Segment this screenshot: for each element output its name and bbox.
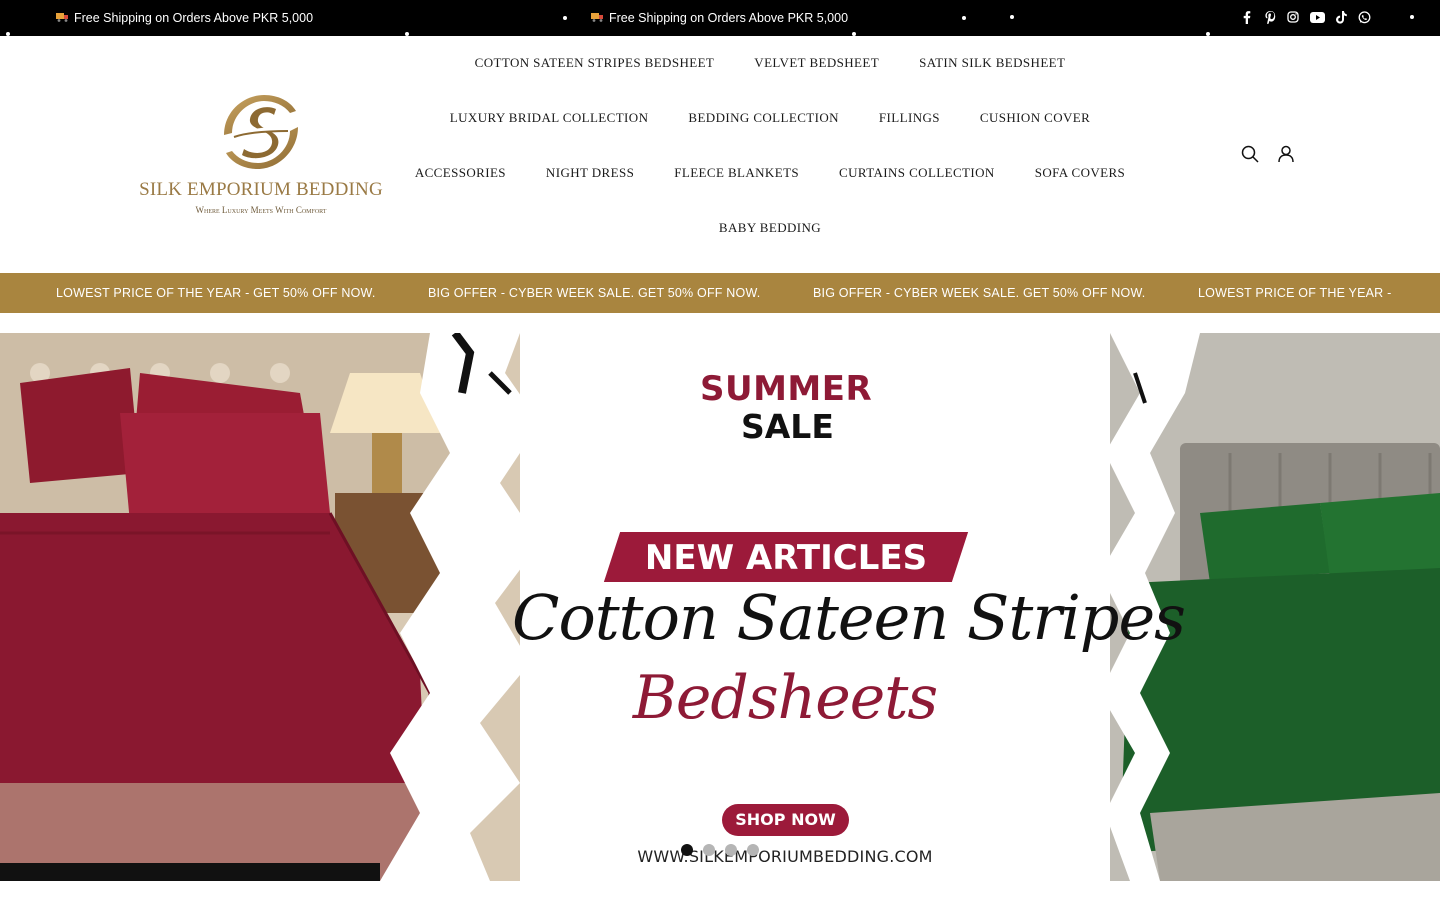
- youtube-icon[interactable]: [1309, 9, 1325, 25]
- shop-now-button[interactable]: SHOP NOW: [722, 804, 849, 836]
- hero-slider: SUMMER SALE NEW ARTICLES Cotton Sateen S…: [0, 333, 1440, 881]
- snow-dot: [1410, 15, 1414, 19]
- nav-row: COTTON SATEEN STRIPES BEDSHEET VELVET BE…: [420, 55, 1120, 71]
- nav-item-fillings[interactable]: FILLINGS: [879, 110, 940, 126]
- nav-item-velvet-bedsheet[interactable]: VELVET BEDSHEET: [754, 55, 879, 71]
- marquee-item: BIG OFFER - CYBER WEEK SALE. GET 50% OFF…: [428, 286, 761, 300]
- slider-dot-2[interactable]: [703, 844, 715, 856]
- truck-icon: [56, 11, 70, 25]
- nav-item-satin-silk-bedsheet[interactable]: SATIN SILK BEDSHEET: [919, 55, 1065, 71]
- slider-dot-3[interactable]: [725, 844, 737, 856]
- nav-item-sofa-covers[interactable]: SOFA COVERS: [1035, 165, 1126, 181]
- account-icon[interactable]: [1276, 144, 1296, 164]
- new-articles-badge: NEW ARTICLES: [644, 538, 928, 578]
- hero-script-subtitle: Bedsheets: [632, 663, 938, 733]
- slider-dot-1[interactable]: [681, 844, 693, 856]
- hero-headline-sale: SALE: [741, 407, 834, 446]
- social-links: [1240, 9, 1371, 25]
- hero-headline-summer: SUMMER: [700, 369, 873, 409]
- brand-tagline: Where Luxury Meets With Comfort: [195, 205, 327, 215]
- marquee-item: BIG OFFER - CYBER WEEK SALE. GET 50% OFF…: [813, 286, 1146, 300]
- marquee-item: LOWEST PRICE OF THE YEAR -: [1198, 286, 1392, 300]
- nav-row: LUXURY BRIDAL COLLECTION BEDDING COLLECT…: [420, 110, 1120, 126]
- brand-name: SILK EMPORIUM BEDDING: [139, 179, 383, 200]
- snow-dot: [1010, 15, 1014, 19]
- logo-mark-icon: [224, 95, 298, 169]
- site-header: SILK EMPORIUM BEDDING Where Luxury Meets…: [0, 36, 1440, 273]
- snow-dot: [962, 16, 966, 20]
- announcement-bar: Free Shipping on Orders Above PKR 5,000 …: [0, 0, 1440, 36]
- site-logo[interactable]: SILK EMPORIUM BEDDING Where Luxury Meets…: [134, 91, 388, 219]
- slider-pagination: [681, 844, 759, 856]
- hero-website-url: WWW.SILKEMPORIUMBEDDING.COM: [637, 847, 933, 866]
- nav-item-luxury-bridal[interactable]: LUXURY BRIDAL COLLECTION: [450, 110, 649, 126]
- tiktok-icon[interactable]: [1334, 9, 1348, 25]
- nav-item-fleece-blankets[interactable]: FLEECE BLANKETS: [674, 165, 799, 181]
- nav-item-baby-bedding[interactable]: BABY BEDDING: [719, 220, 821, 236]
- header-actions: [1240, 144, 1296, 164]
- announcement-item: Free Shipping on Orders Above PKR 5,000: [56, 11, 313, 25]
- nav-item-cotton-sateen-stripes[interactable]: COTTON SATEEN STRIPES BEDSHEET: [475, 55, 715, 71]
- marquee-item: LOWEST PRICE OF THE YEAR - GET 50% OFF N…: [56, 286, 376, 300]
- nav-item-accessories[interactable]: ACCESSORIES: [415, 165, 506, 181]
- promo-marquee: LOWEST PRICE OF THE YEAR - GET 50% OFF N…: [0, 273, 1440, 313]
- nav-item-cushion-cover[interactable]: CUSHION COVER: [980, 110, 1090, 126]
- nav-item-curtains-collection[interactable]: CURTAINS COLLECTION: [839, 165, 995, 181]
- slider-dot-4[interactable]: [747, 844, 759, 856]
- truck-icon: [591, 11, 605, 25]
- hero-script-title: Cotton Sateen Stripes: [512, 581, 1186, 654]
- whatsapp-icon[interactable]: [1357, 9, 1371, 25]
- snow-dot: [563, 16, 567, 20]
- announcement-item: Free Shipping on Orders Above PKR 5,000: [591, 11, 848, 25]
- nav-item-bedding-collection[interactable]: BEDDING COLLECTION: [688, 110, 839, 126]
- pinterest-icon[interactable]: [1263, 9, 1277, 25]
- search-icon[interactable]: [1240, 144, 1260, 164]
- nav-row: ACCESSORIES NIGHT DRESS FLEECE BLANKETS …: [415, 165, 1125, 181]
- facebook-icon[interactable]: [1240, 9, 1254, 25]
- instagram-icon[interactable]: [1286, 9, 1300, 25]
- nav-row: BABY BEDDING: [420, 220, 1120, 236]
- nav-item-night-dress[interactable]: NIGHT DRESS: [546, 165, 634, 181]
